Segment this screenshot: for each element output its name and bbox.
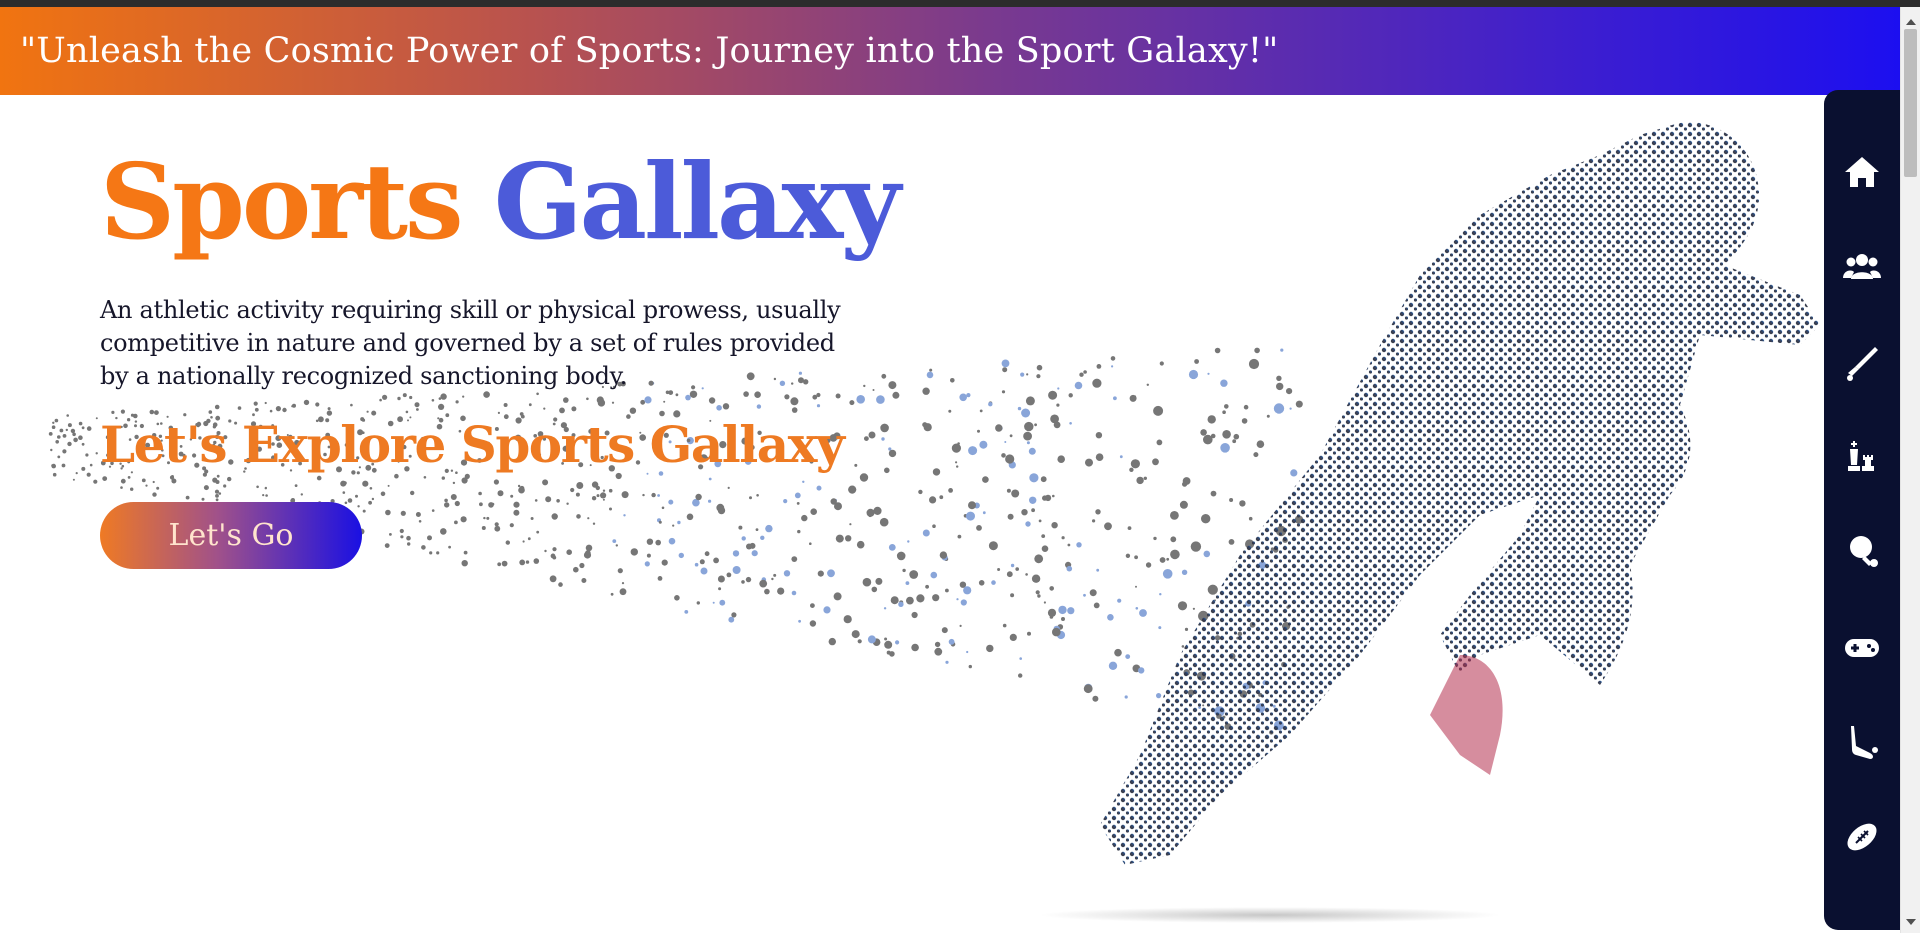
window-top-edge [0, 0, 1920, 7]
hockey-stick-icon [1851, 726, 1878, 759]
banner-tagline: "Unleash the Cosmic Power of Sports: Jou… [20, 31, 1279, 71]
sidebar-item-chess[interactable] [1836, 431, 1888, 483]
page-title: Sports Gallaxy [100, 150, 901, 254]
sidebar-item-table-tennis[interactable] [1836, 526, 1888, 578]
gamepad-icon [1845, 639, 1879, 657]
table-tennis-icon [1850, 536, 1878, 567]
sidebar-nav [1824, 90, 1900, 930]
sidebar-item-hockey[interactable] [1836, 716, 1888, 768]
users-icon [1843, 254, 1881, 279]
title-sports: Sports [100, 140, 464, 263]
hero-section: Sports Gallaxy An athletic activity requ… [100, 150, 901, 569]
scroll-down-arrow[interactable] [1906, 919, 1916, 925]
sidebar-item-cricket[interactable] [1836, 336, 1888, 388]
sidebar-item-football[interactable] [1836, 811, 1888, 863]
chess-icon [1848, 441, 1874, 471]
hero-description: An athletic activity requiring skill or … [100, 296, 841, 390]
scroll-up-arrow[interactable] [1906, 19, 1916, 25]
sidebar-item-home[interactable] [1836, 146, 1888, 198]
sidebar-item-users[interactable] [1836, 241, 1888, 293]
cricket-bat-icon [1847, 347, 1878, 381]
page-scrollbar[interactable] [1900, 7, 1920, 933]
lets-go-button[interactable]: Let's Go [100, 502, 362, 569]
top-banner: "Unleash the Cosmic Power of Sports: Jou… [0, 7, 1900, 95]
home-icon [1845, 157, 1879, 187]
explore-heading: Let's Explore Sports Gallaxy [100, 415, 845, 474]
title-gallaxy: Gallaxy [493, 140, 901, 263]
scroll-thumb[interactable] [1904, 29, 1917, 177]
sidebar-item-games[interactable] [1836, 621, 1888, 673]
football-icon [1847, 823, 1877, 851]
